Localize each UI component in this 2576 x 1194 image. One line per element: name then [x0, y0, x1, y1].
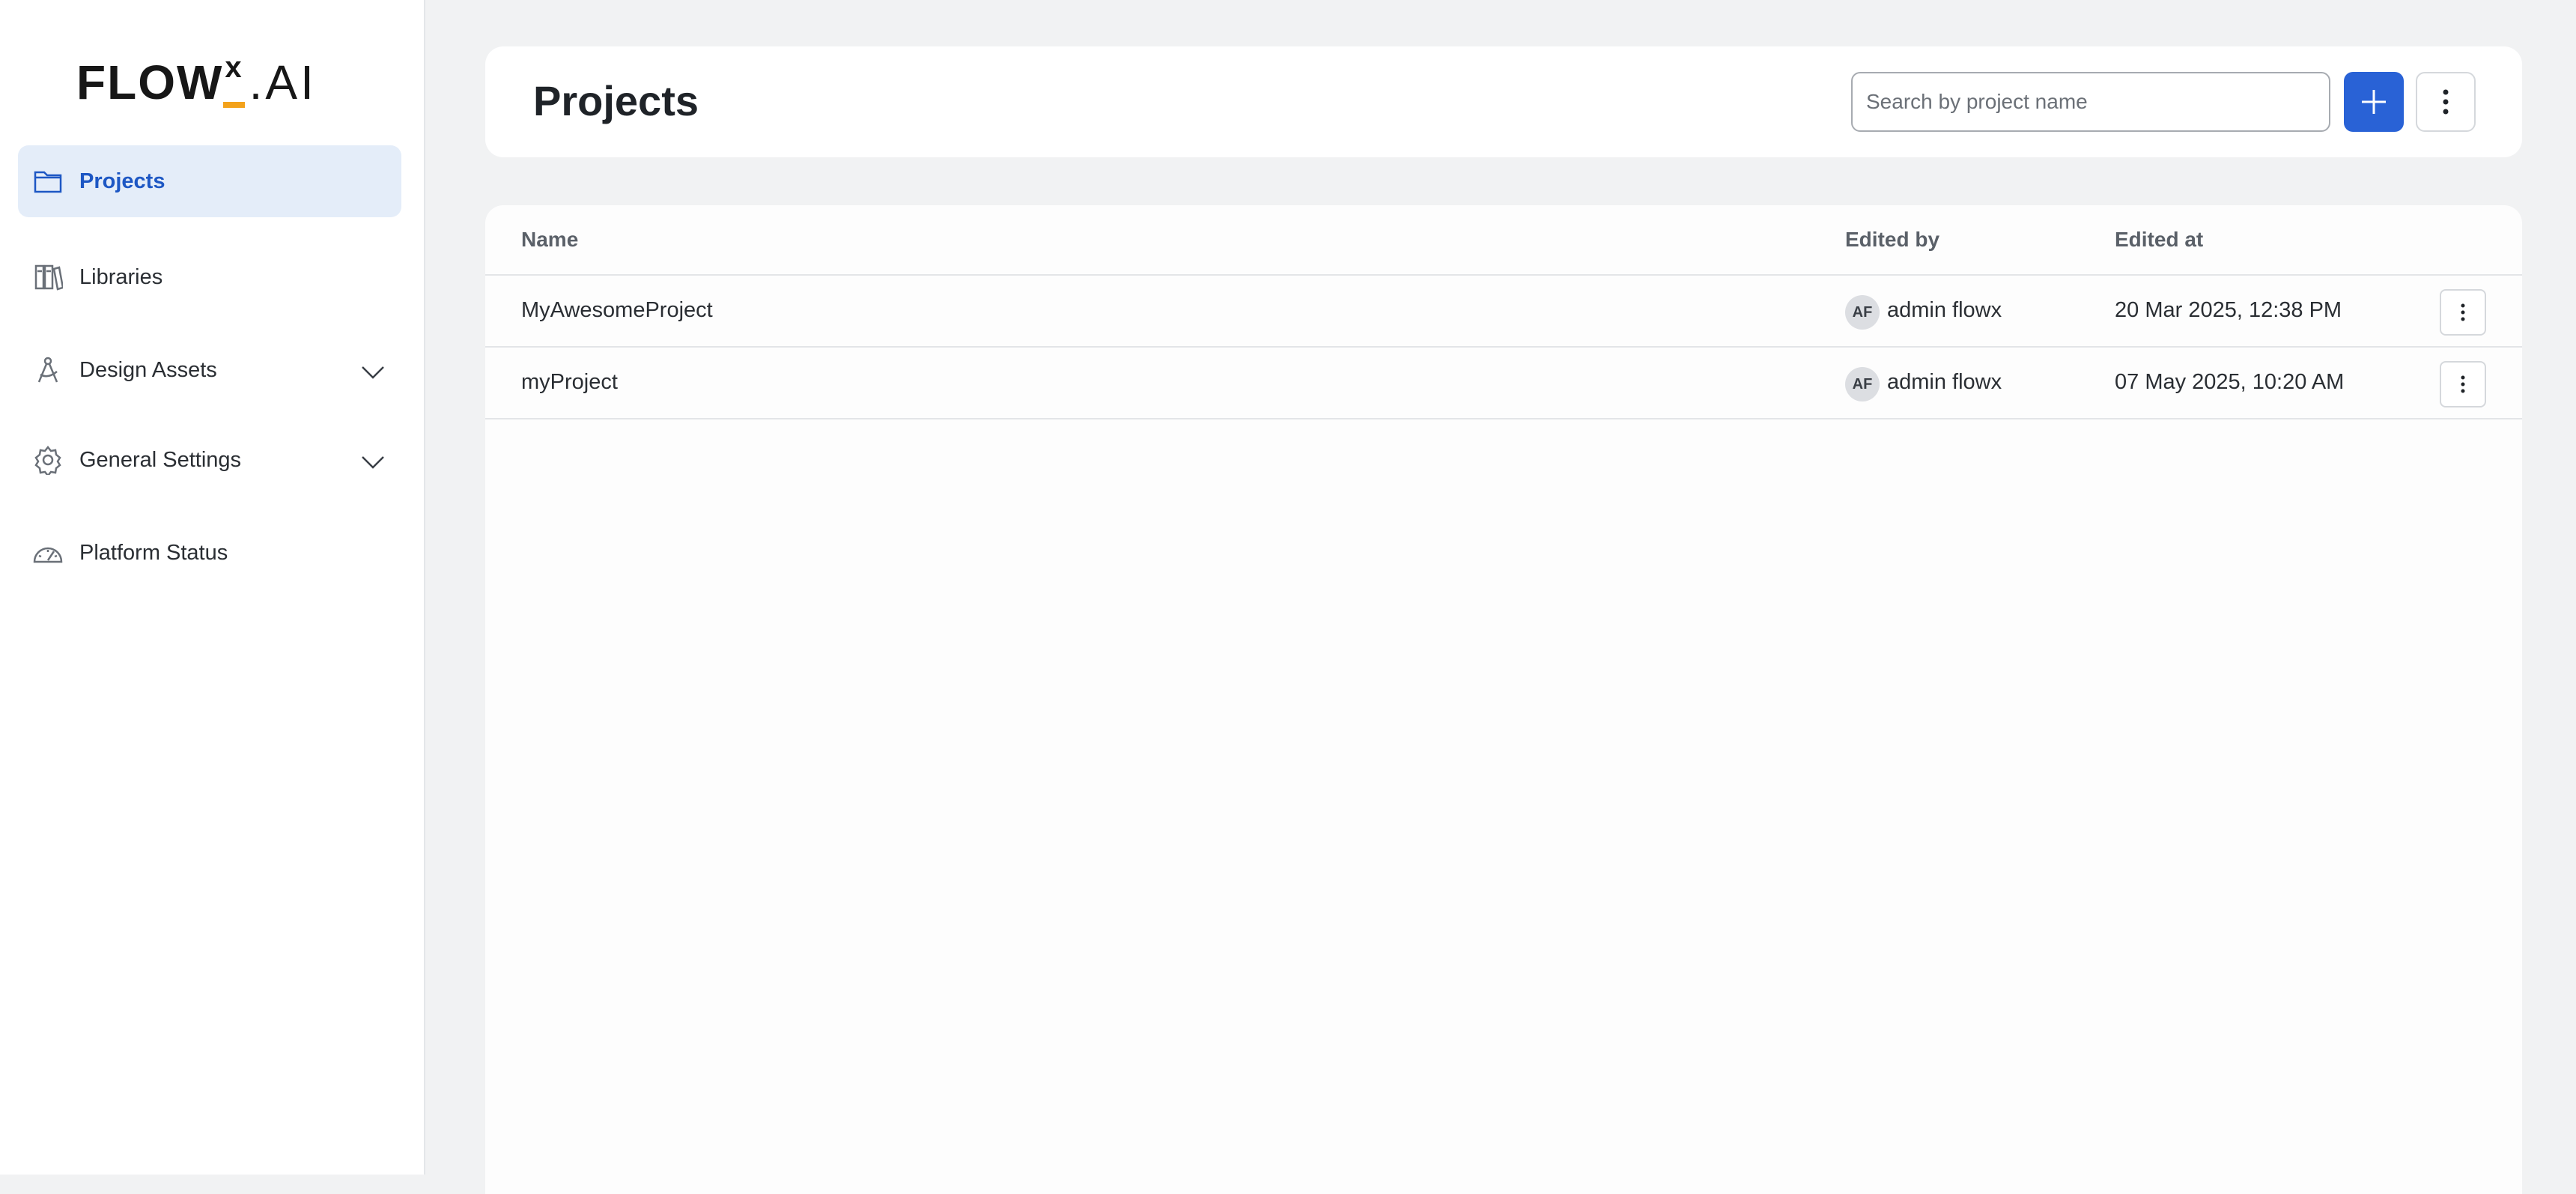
sidebar-item-libraries[interactable]: Libraries	[18, 241, 401, 313]
sidebar-item-general-settings[interactable]: General Settings	[18, 424, 401, 496]
sidebar-item-projects[interactable]: Projects	[18, 145, 401, 217]
edited-at: 20 Mar 2025, 12:38 PM	[2115, 298, 2342, 322]
logo-suffix: .AI	[249, 55, 317, 109]
edited-at: 07 May 2025, 10:20 AM	[2115, 370, 2345, 394]
sidebar: FLOW x .AI Projects Libraries Design Ass…	[0, 0, 425, 1175]
page-title: Projects	[533, 77, 699, 124]
table-header: Name Edited by Edited at	[485, 205, 2522, 276]
table-row[interactable]: MyAwesomeProject AF admin flowx 20 Mar 2…	[485, 276, 2522, 348]
add-project-button[interactable]	[2344, 72, 2404, 132]
books-icon	[31, 261, 64, 294]
row-menu-button[interactable]	[2440, 289, 2486, 336]
project-name[interactable]: MyAwesomeProject	[521, 298, 713, 323]
avatar: AF	[1845, 295, 1880, 330]
sidebar-nav: Projects Libraries Design Assets General…	[18, 145, 401, 589]
sidebar-item-label: Projects	[79, 169, 165, 193]
column-header-name[interactable]: Name	[521, 228, 578, 252]
row-menu-button[interactable]	[2440, 361, 2486, 407]
sidebar-item-label: Platform Status	[79, 540, 228, 565]
edited-by: admin flowx	[1887, 370, 2002, 394]
vertical-dots-icon	[2461, 375, 2465, 393]
search-input[interactable]	[1851, 72, 2330, 132]
projects-table: Name Edited by Edited at MyAwesomeProjec…	[485, 205, 2522, 1194]
gauge-icon	[31, 536, 64, 569]
page-header: Projects	[485, 46, 2522, 157]
chevron-down-icon[interactable]	[359, 448, 386, 475]
avatar: AF	[1845, 367, 1880, 401]
vertical-dots-icon	[2461, 303, 2465, 321]
vertical-dots-icon	[2443, 89, 2449, 115]
column-header-edited-at[interactable]: Edited at	[2115, 228, 2203, 252]
folder-icon	[31, 165, 64, 198]
chevron-down-icon[interactable]	[359, 358, 386, 385]
edited-by: admin flowx	[1887, 298, 2002, 322]
sidebar-item-design-assets[interactable]: Design Assets	[18, 334, 401, 406]
compass-icon	[31, 354, 64, 387]
logo-main: FLOW	[76, 55, 224, 109]
column-header-edited-by[interactable]: Edited by	[1845, 228, 1939, 252]
gear-icon	[31, 443, 64, 476]
sidebar-item-label: Libraries	[79, 264, 163, 289]
project-name[interactable]: myProject	[521, 370, 618, 395]
table-row[interactable]: myProject AF admin flowx 07 May 2025, 10…	[485, 348, 2522, 419]
logo-superscript: x	[223, 51, 245, 108]
flowx-logo[interactable]: FLOW x .AI	[76, 51, 317, 109]
more-options-button[interactable]	[2416, 72, 2476, 132]
sidebar-item-platform-status[interactable]: Platform Status	[18, 517, 401, 589]
sidebar-item-label: General Settings	[79, 447, 242, 472]
sidebar-item-label: Design Assets	[79, 357, 217, 382]
plus-icon	[2362, 90, 2386, 114]
